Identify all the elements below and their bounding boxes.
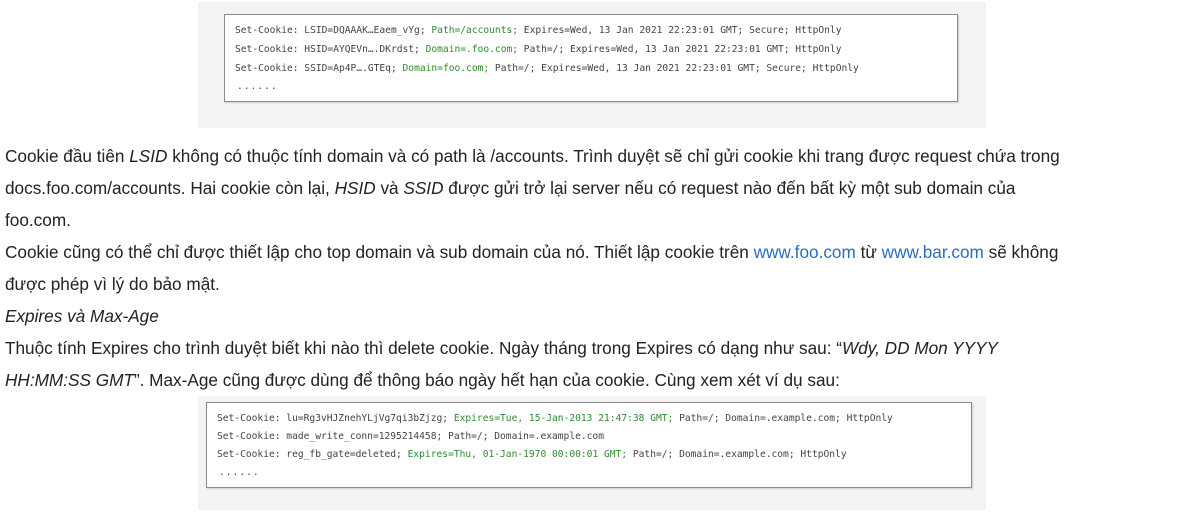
code-ellipsis: ...... <box>237 81 278 92</box>
section-heading: Expires và Max-Age <box>5 306 159 326</box>
text-line: docs.foo.com/accounts. Hai cookie còn lạ… <box>5 178 1016 198</box>
paragraph-cookie-scope: Cookie đầu tiên LSID không có thuộc tính… <box>5 140 1180 236</box>
text-line: Cookie cũng có thể chỉ được thiết lập ch… <box>5 242 1059 262</box>
code-block: Set-Cookie: LSID=DQAAAK…Eaem_vYg; Path=/… <box>224 14 958 102</box>
code-line: Set-Cookie: lu=Rg3vHJZnehYLjVg7qi3bZjzg;… <box>217 413 893 424</box>
text-line: foo.com. <box>5 210 71 230</box>
code-ellipsis: ...... <box>219 467 260 478</box>
code-line: Set-Cookie: SSID=Ap4P….GTEq; Domain=foo.… <box>235 63 859 74</box>
link-bar[interactable]: www.bar.com <box>882 242 984 262</box>
text-line: được phép vì lý do bảo mật. <box>5 274 220 294</box>
paragraph-domain-security: Cookie cũng có thể chỉ được thiết lập ch… <box>5 236 1180 300</box>
paragraph-expires: Thuộc tính Expires cho trình duyệt biết … <box>5 332 1180 396</box>
code-block: Set-Cookie: lu=Rg3vHJZnehYLjVg7qi3bZjzg;… <box>206 402 972 488</box>
code-line: Set-Cookie: LSID=DQAAAK…Eaem_vYg; Path=/… <box>235 25 842 36</box>
text-line: Cookie đầu tiên LSID không có thuộc tính… <box>5 146 1060 166</box>
code-line: Set-Cookie: made_write_conn=1295214458; … <box>217 431 604 442</box>
text-line: HH:MM:SS GMT”. Max-Age cũng được dùng để… <box>5 370 840 390</box>
code-line: Set-Cookie: HSID=AYQEVn….DKrdst; Domain=… <box>235 44 842 55</box>
cookie-example-figure-2: Set-Cookie: lu=Rg3vHJZnehYLjVg7qi3bZjzg;… <box>198 396 986 510</box>
text-line: Thuộc tính Expires cho trình duyệt biết … <box>5 338 999 358</box>
link-foo[interactable]: www.foo.com <box>754 242 856 262</box>
cookie-example-figure-1: Set-Cookie: LSID=DQAAAK…Eaem_vYg; Path=/… <box>198 2 986 128</box>
code-line: Set-Cookie: reg_fb_gate=deleted; Expires… <box>217 449 847 460</box>
